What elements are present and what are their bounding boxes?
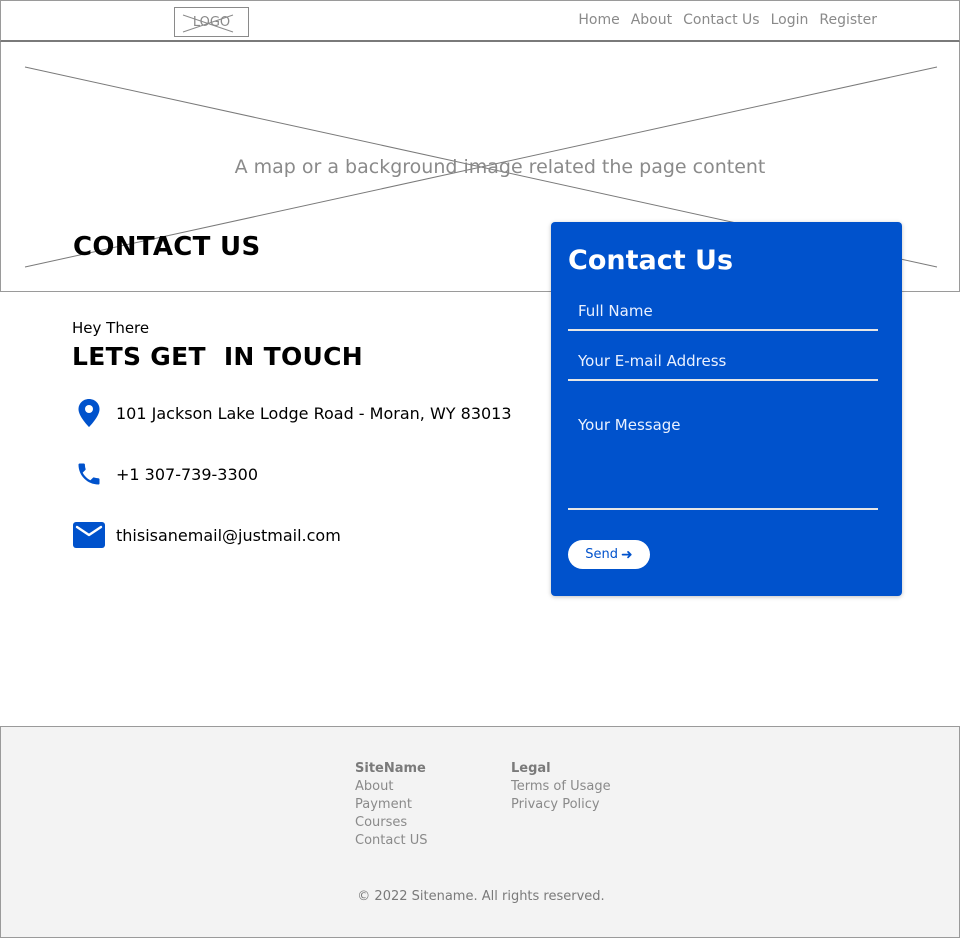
- nav-about[interactable]: About: [631, 12, 672, 28]
- site-footer: SiteName About Payment Courses Contact U…: [0, 726, 960, 938]
- email-text[interactable]: thisisanemail@justmail.com: [116, 526, 341, 545]
- email-row: thisisanemail@justmail.com: [72, 518, 341, 552]
- form-title: Contact Us: [568, 245, 734, 276]
- phone-text: +1 307-739-3300: [116, 464, 259, 484]
- footer-legal-column: Legal Terms of Usage Privacy Policy: [511, 760, 611, 814]
- site-header: LOGO Home About Contact Us Login Registe…: [0, 0, 960, 42]
- section-headline: LETS GET IN TOUCH: [72, 342, 364, 371]
- footer-sitename-column: SiteName About Payment Courses Contact U…: [355, 760, 427, 850]
- footer-link-courses[interactable]: Courses: [355, 814, 427, 832]
- nav-home[interactable]: Home: [578, 12, 619, 28]
- arrow-right-icon: ➜: [621, 546, 633, 563]
- location-pin-icon: [72, 396, 106, 430]
- mail-icon: [72, 518, 106, 552]
- logo-text: LOGO: [192, 15, 231, 30]
- full-name-field[interactable]: Full Name: [568, 302, 878, 331]
- logo-placeholder[interactable]: LOGO: [174, 7, 249, 37]
- phone-row: +1 307-739-3300: [72, 457, 258, 491]
- footer-heading-legal: Legal: [511, 761, 551, 776]
- footer-link-contact-us[interactable]: Contact US: [355, 832, 427, 850]
- footer-link-terms[interactable]: Terms of Usage: [511, 778, 611, 796]
- footer-heading-sitename: SiteName: [355, 761, 426, 776]
- send-button-label: Send: [585, 547, 618, 562]
- nav-login[interactable]: Login: [771, 12, 809, 28]
- footer-link-payment[interactable]: Payment: [355, 796, 427, 814]
- hero-caption: A map or a background image related the …: [234, 156, 766, 178]
- nav-contact-us[interactable]: Contact Us: [683, 12, 759, 28]
- address-row: 101 Jackson Lake Lodge Road - Moran, WY …: [72, 396, 512, 430]
- phone-icon: [72, 457, 106, 491]
- footer-link-privacy[interactable]: Privacy Policy: [511, 796, 611, 814]
- greeting-text: Hey There: [72, 319, 150, 337]
- footer-link-about[interactable]: About: [355, 778, 427, 796]
- email-field[interactable]: Your E-mail Address: [568, 352, 878, 381]
- page-title: CONTACT US: [73, 232, 261, 262]
- contact-form-card: Contact Us Full Name Your E-mail Address…: [551, 222, 902, 596]
- main-nav: Home About Contact Us Login Register: [578, 12, 877, 28]
- nav-register[interactable]: Register: [819, 12, 877, 28]
- send-button[interactable]: Send ➜: [568, 540, 650, 569]
- address-text: 101 Jackson Lake Lodge Road - Moran, WY …: [116, 403, 512, 423]
- message-field[interactable]: Your Message: [568, 416, 878, 510]
- copyright-text: © 2022 Sitename. All rights reserved.: [357, 889, 605, 904]
